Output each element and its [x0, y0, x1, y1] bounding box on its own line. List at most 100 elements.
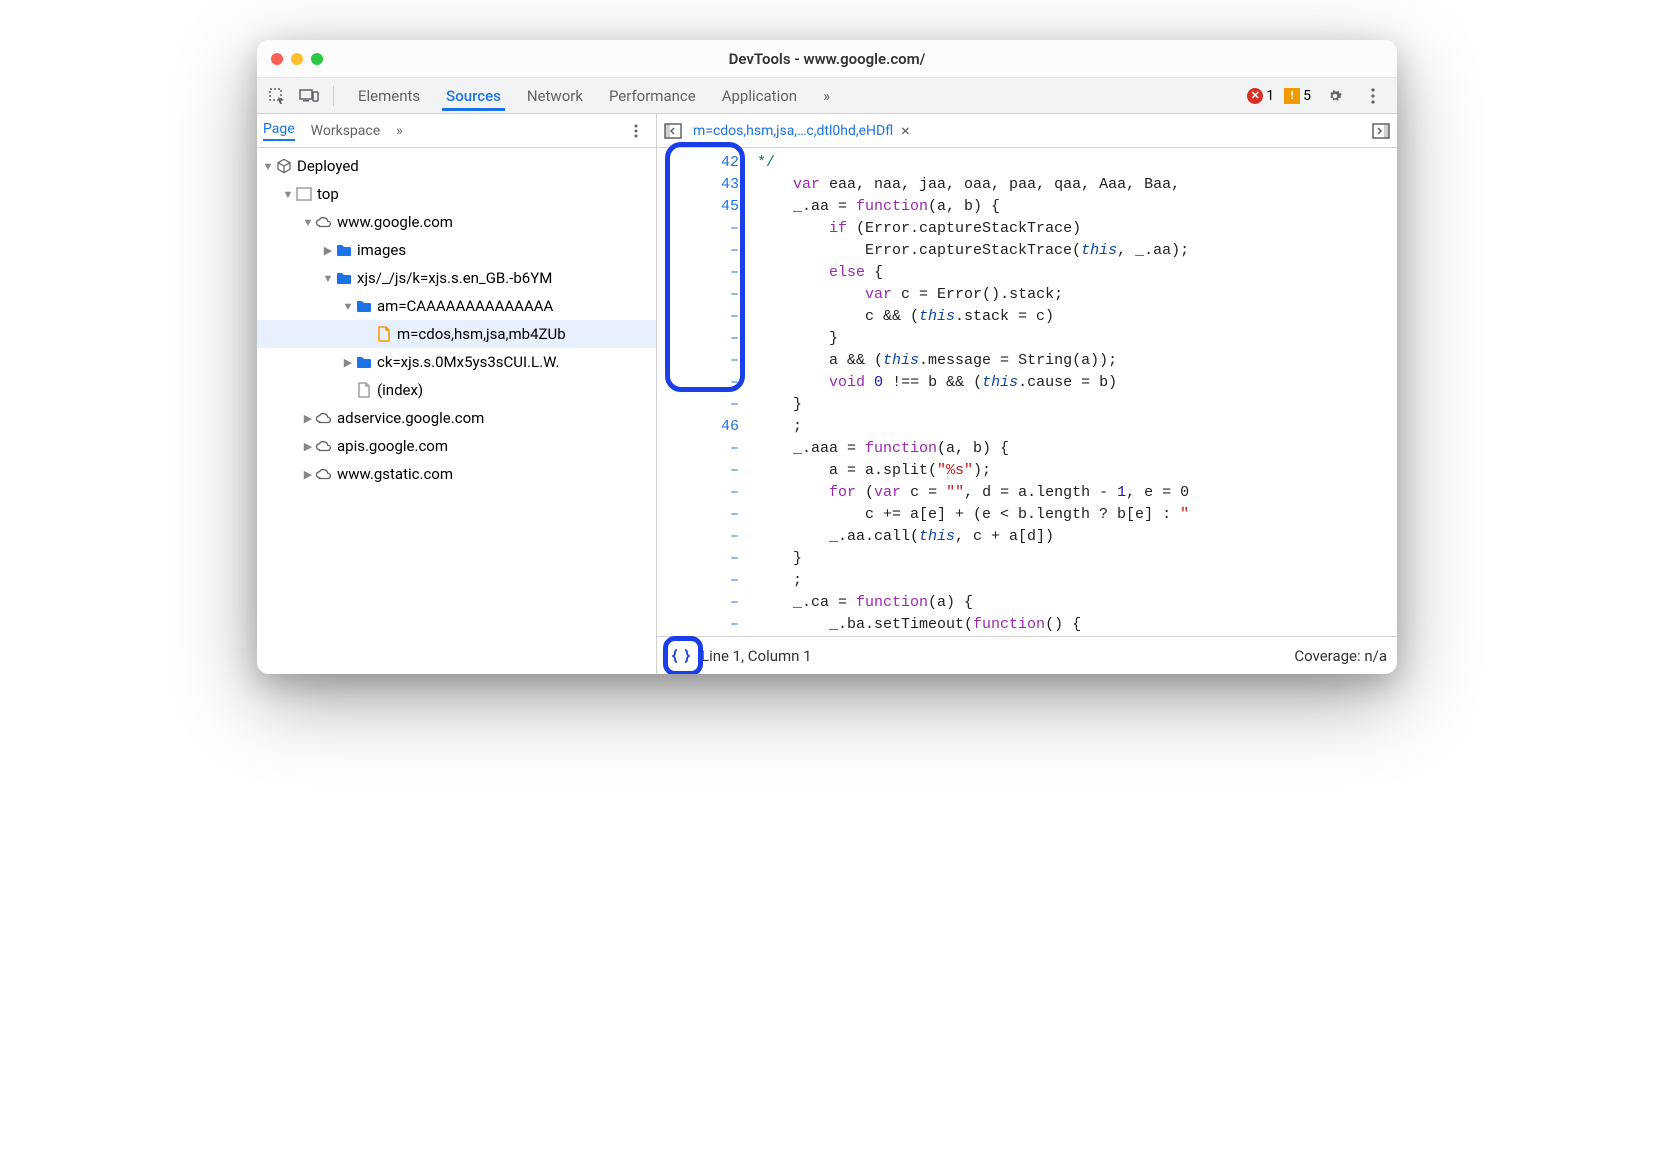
collapsed-line-marker[interactable]: – — [657, 482, 739, 504]
collapsed-line-marker[interactable]: – — [657, 614, 739, 636]
expand-toggle-icon[interactable]: ▼ — [261, 160, 275, 173]
code-line[interactable]: _.aa = function(a, b) { — [757, 196, 1397, 218]
tab-elements[interactable]: Elements — [354, 81, 424, 111]
pretty-print-button[interactable] — [667, 642, 695, 670]
code-line[interactable]: _.aaa = function(a, b) { — [757, 438, 1397, 460]
code-line[interactable]: var c = Error().stack; — [757, 284, 1397, 306]
code-line[interactable]: c += a[e] + (e < b.length ? b[e] : " — [757, 504, 1397, 526]
kebab-menu-icon[interactable] — [1359, 82, 1387, 110]
collapsed-line-marker[interactable]: – — [657, 218, 739, 240]
tree-node-google-domain[interactable]: ▼ www.google.com — [257, 208, 656, 236]
tab-sources[interactable]: Sources — [442, 81, 505, 111]
tree-label: Deployed — [297, 157, 359, 175]
line-number[interactable]: 43 — [657, 174, 739, 196]
code-line[interactable]: else { — [757, 262, 1397, 284]
tree-node-xjs[interactable]: ▼ xjs/_/js/k=xjs.s.en_GB.-b6YM — [257, 264, 656, 292]
collapsed-line-marker[interactable]: – — [657, 592, 739, 614]
minimize-window-button[interactable] — [291, 53, 303, 65]
code-line[interactable]: } — [757, 548, 1397, 570]
collapsed-line-marker[interactable]: – — [657, 460, 739, 482]
code-line[interactable]: a && (this.message = String(a)); — [757, 350, 1397, 372]
tree-node-deployed[interactable]: ▼ Deployed — [257, 152, 656, 180]
expand-toggle-icon[interactable]: ▶ — [301, 412, 315, 425]
collapsed-line-marker[interactable]: – — [657, 570, 739, 592]
code-editor[interactable]: 424345–––––––––46–––––––––– */ var eaa, … — [657, 148, 1397, 636]
code-line[interactable]: c && (this.stack = c) — [757, 306, 1397, 328]
collapsed-line-marker[interactable]: – — [657, 438, 739, 460]
code-line[interactable]: _.ca = function(a) { — [757, 592, 1397, 614]
collapsed-line-marker[interactable]: – — [657, 548, 739, 570]
collapsed-line-marker[interactable]: – — [657, 394, 739, 416]
navigator-sidebar: Page Workspace » ▼ Deployed ▼ top — [257, 114, 657, 674]
close-window-button[interactable] — [271, 53, 283, 65]
code-line[interactable]: ; — [757, 416, 1397, 438]
coverage-label: Coverage: n/a — [1294, 647, 1387, 665]
collapsed-line-marker[interactable]: – — [657, 240, 739, 262]
tab-performance[interactable]: Performance — [605, 81, 700, 111]
separator — [333, 86, 334, 106]
navigator-more-tabs[interactable]: » — [396, 123, 403, 139]
collapsed-line-marker[interactable]: – — [657, 284, 739, 306]
device-toolbar-icon[interactable] — [295, 82, 323, 110]
expand-toggle-icon[interactable]: ▼ — [321, 272, 335, 285]
code-content[interactable]: */ var eaa, naa, jaa, oaa, paa, qaa, Aaa… — [747, 148, 1397, 636]
toggle-navigator-icon[interactable] — [661, 119, 685, 143]
navigator-tab-page[interactable]: Page — [263, 121, 295, 141]
expand-toggle-icon[interactable]: ▶ — [321, 244, 335, 257]
code-line[interactable]: a = a.split("%s"); — [757, 460, 1397, 482]
code-line[interactable]: if (Error.captureStackTrace) — [757, 218, 1397, 240]
settings-icon[interactable] — [1321, 82, 1349, 110]
collapsed-line-marker[interactable]: – — [657, 526, 739, 548]
tree-node-am[interactable]: ▼ am=CAAAAAAAAAAAAAA — [257, 292, 656, 320]
error-count-badge[interactable]: ✕ 1 — [1247, 88, 1274, 104]
expand-toggle-icon[interactable]: ▼ — [341, 300, 355, 313]
collapsed-line-marker[interactable]: – — [657, 504, 739, 526]
line-number[interactable]: 46 — [657, 416, 739, 438]
folder-icon — [355, 353, 373, 371]
more-tabs-button[interactable]: » — [819, 81, 834, 111]
collapsed-line-marker[interactable]: – — [657, 306, 739, 328]
error-icon: ✕ — [1247, 88, 1263, 104]
expand-toggle-icon[interactable]: ▶ — [341, 356, 355, 369]
expand-toggle-icon[interactable]: ▶ — [301, 468, 315, 481]
tree-node-ck[interactable]: ▶ ck=xjs.s.0Mx5ys3sCUI.L.W. — [257, 348, 656, 376]
tree-node-gstatic[interactable]: ▶ www.gstatic.com — [257, 460, 656, 488]
navigator-kebab-icon[interactable] — [622, 117, 650, 145]
expand-toggle-icon[interactable]: ▼ — [281, 188, 295, 201]
navigator-tab-workspace[interactable]: Workspace — [311, 123, 381, 139]
code-line[interactable]: _.aa.call(this, c + a[d]) — [757, 526, 1397, 548]
collapsed-line-marker[interactable]: – — [657, 328, 739, 350]
code-line[interactable]: var eaa, naa, jaa, oaa, paa, qaa, Aaa, B… — [757, 174, 1397, 196]
tree-node-adservice[interactable]: ▶ adservice.google.com — [257, 404, 656, 432]
inspect-element-icon[interactable] — [263, 82, 291, 110]
tab-application[interactable]: Application — [718, 81, 801, 111]
collapsed-line-marker[interactable]: – — [657, 262, 739, 284]
line-number[interactable]: 45 — [657, 196, 739, 218]
tree-label: www.google.com — [337, 213, 453, 231]
expand-toggle-icon[interactable]: ▶ — [301, 440, 315, 453]
code-line[interactable]: } — [757, 328, 1397, 350]
tree-node-apis[interactable]: ▶ apis.google.com — [257, 432, 656, 460]
collapsed-line-marker[interactable]: – — [657, 350, 739, 372]
toggle-debugger-icon[interactable] — [1369, 119, 1393, 143]
tree-node-index[interactable]: (index) — [257, 376, 656, 404]
close-tab-icon[interactable]: × — [901, 121, 910, 140]
code-line[interactable]: Error.captureStackTrace(this, _.aa); — [757, 240, 1397, 262]
line-gutter[interactable]: 424345–––––––––46–––––––––– — [657, 148, 747, 636]
maximize-window-button[interactable] — [311, 53, 323, 65]
code-line[interactable]: } — [757, 394, 1397, 416]
code-line[interactable]: for (var c = "", d = a.length - 1, e = 0 — [757, 482, 1397, 504]
tree-node-selected-file[interactable]: m=cdos,hsm,jsa,mb4ZUb — [257, 320, 656, 348]
code-line[interactable]: */ — [757, 152, 1397, 174]
tree-node-top[interactable]: ▼ top — [257, 180, 656, 208]
warning-count-badge[interactable]: ! 5 — [1284, 88, 1311, 104]
tree-node-images[interactable]: ▶ images — [257, 236, 656, 264]
code-line[interactable]: void 0 !== b && (this.cause = b) — [757, 372, 1397, 394]
tab-network[interactable]: Network — [523, 81, 587, 111]
collapsed-line-marker[interactable]: – — [657, 372, 739, 394]
code-line[interactable]: ; — [757, 570, 1397, 592]
code-line[interactable]: _.ba.setTimeout(function() { — [757, 614, 1397, 636]
expand-toggle-icon[interactable]: ▼ — [301, 216, 315, 229]
line-number[interactable]: 42 — [657, 152, 739, 174]
editor-tab-active[interactable]: m=cdos,hsm,jsa,…c,dtl0hd,eHDfl × — [693, 121, 910, 140]
